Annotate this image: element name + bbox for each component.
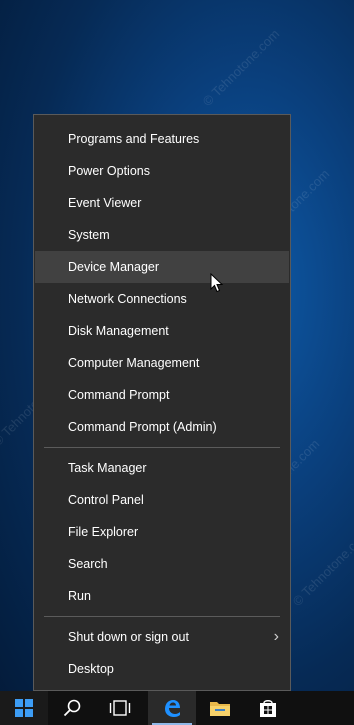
task-view-button[interactable] (96, 691, 144, 725)
menu-item-computer-management[interactable]: Computer Management (35, 347, 289, 379)
menu-item-file-explorer[interactable]: File Explorer (35, 516, 289, 548)
menu-item-label: Power Options (68, 164, 150, 178)
search-icon (63, 699, 81, 717)
menu-item-device-manager[interactable]: Device Manager (35, 251, 289, 283)
menu-item-label: Task Manager (68, 461, 147, 475)
watermark: © Tehnotone.com (199, 26, 283, 109)
menu-item-label: Desktop (68, 662, 114, 676)
menu-item-desktop[interactable]: Desktop (35, 653, 289, 685)
menu-item-label: Network Connections (68, 292, 187, 306)
edge-taskbar-button[interactable] (148, 691, 196, 725)
menu-item-command-prompt-admin[interactable]: Command Prompt (Admin) (35, 411, 289, 443)
menu-item-disk-management[interactable]: Disk Management (35, 315, 289, 347)
winx-context-menu: Programs and Features Power Options Even… (33, 114, 291, 691)
taskbar (0, 691, 354, 725)
file-explorer-icon (210, 702, 230, 716)
menu-item-system[interactable]: System (35, 219, 289, 251)
menu-separator (44, 616, 280, 617)
file-explorer-taskbar-button[interactable] (196, 691, 244, 725)
menu-item-label: Command Prompt (68, 388, 170, 402)
menu-item-shut-down-or-sign-out[interactable]: Shut down or sign out › (35, 621, 289, 653)
menu-item-network-connections[interactable]: Network Connections (35, 283, 289, 315)
edge-icon (165, 700, 180, 717)
menu-item-label: Control Panel (68, 493, 144, 507)
menu-item-label: Event Viewer (68, 196, 142, 210)
menu-item-label: Command Prompt (Admin) (68, 420, 217, 434)
menu-item-label: Shut down or sign out (68, 630, 189, 644)
store-taskbar-button[interactable] (244, 691, 292, 725)
menu-item-command-prompt[interactable]: Command Prompt (35, 379, 289, 411)
menu-item-run[interactable]: Run (35, 580, 289, 612)
menu-item-label: Device Manager (68, 260, 160, 274)
menu-item-search[interactable]: Search (35, 548, 289, 580)
menu-separator (44, 447, 280, 448)
menu-item-label: Computer Management (68, 356, 200, 370)
windows-start-icon (15, 699, 33, 717)
task-view-icon (109, 700, 131, 716)
menu-item-label: Programs and Features (68, 132, 200, 146)
menu-item-programs-and-features[interactable]: Programs and Features (35, 123, 289, 155)
menu-item-label: Search (68, 557, 108, 571)
menu-item-label: System (68, 228, 110, 242)
menu-item-label: Disk Management (68, 324, 169, 338)
watermark: © Tehnotone.com (289, 526, 354, 609)
store-icon (260, 700, 276, 717)
menu-item-control-panel[interactable]: Control Panel (35, 484, 289, 516)
start-button[interactable] (0, 691, 48, 725)
menu-item-task-manager[interactable]: Task Manager (35, 452, 289, 484)
search-button[interactable] (48, 691, 96, 725)
chevron-right-icon: › (273, 628, 279, 645)
menu-item-event-viewer[interactable]: Event Viewer (35, 187, 289, 219)
mouse-cursor-icon (210, 273, 224, 293)
menu-item-label: File Explorer (68, 525, 139, 539)
menu-item-power-options[interactable]: Power Options (35, 155, 289, 187)
menu-item-label: Run (68, 589, 91, 603)
